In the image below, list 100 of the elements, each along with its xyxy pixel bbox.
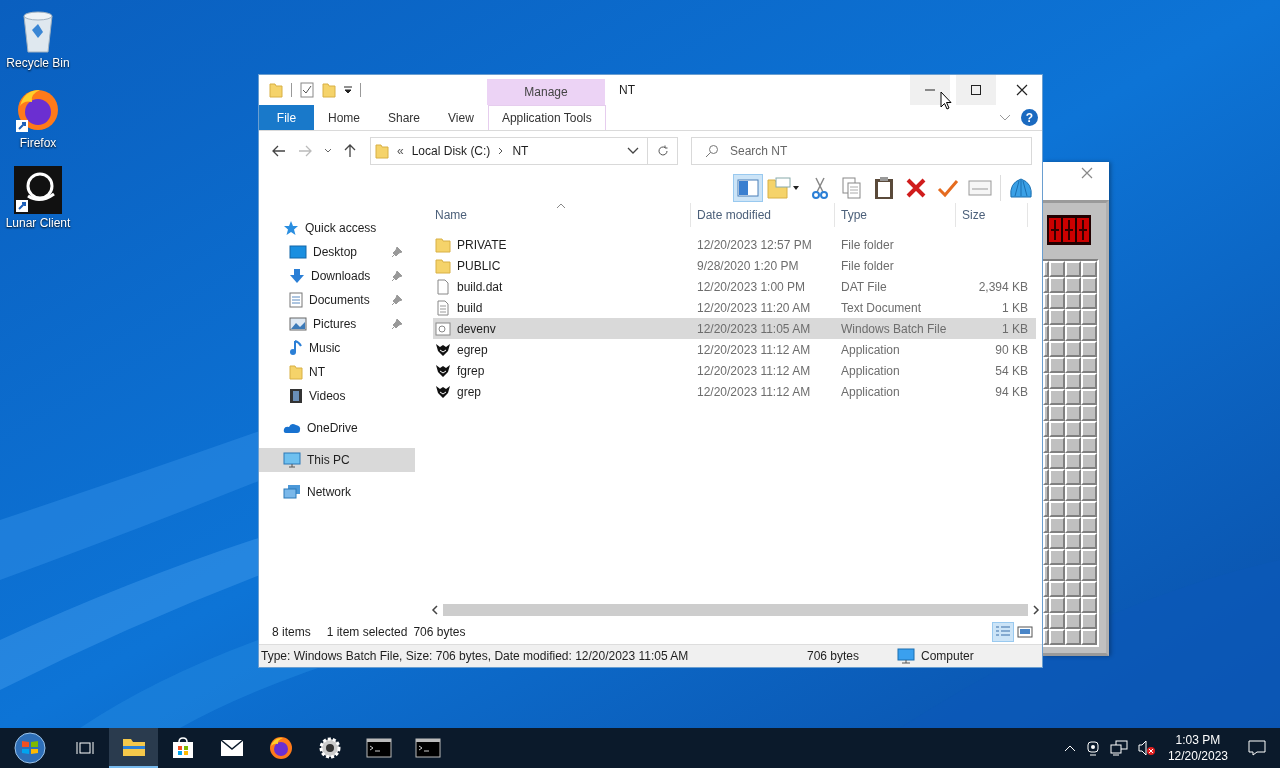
pin-icon[interactable] [391, 294, 403, 306]
search-field[interactable]: Search NT [691, 137, 1032, 165]
clock-date[interactable]: 12/20/2023 [1167, 748, 1228, 764]
desktop-icon-label[interactable]: Lunar Client [5, 216, 71, 230]
file-row[interactable]: PRIVATE 12/20/2023 12:57 PM File folder [433, 234, 1036, 255]
selection-size: 706 bytes [413, 625, 466, 639]
scroll-left-icon[interactable] [431, 605, 439, 615]
down-arrow-icon [289, 268, 305, 284]
close-icon [1016, 84, 1028, 96]
size-cell-text: 1 KB [1001, 300, 1028, 315]
file-row[interactable]: build 12/20/2023 11:20 AM Text Document 1 KB [433, 297, 1036, 318]
shell-icon [1009, 177, 1033, 199]
column-header[interactable]: Name [429, 203, 691, 227]
file-row[interactable]: build.dat 12/20/2023 1:00 PM DAT File 2,394 KB [433, 276, 1036, 297]
date-cell-text: 9/28/2020 1:20 PM [696, 258, 800, 273]
notifications-icon[interactable] [1248, 740, 1266, 756]
clipboard-icon [874, 176, 894, 200]
desktop-icon-label[interactable]: Recycle Bin [6, 56, 70, 70]
ribbon-tab[interactable]: Application Tools [487, 105, 606, 130]
date-cell-text: 12/20/2023 11:05 AM [696, 321, 812, 336]
folder-icon [121, 737, 146, 757]
network-icon[interactable] [1109, 740, 1128, 756]
desktop-icon-label[interactable]: Firefox [19, 136, 57, 150]
details-text: Type: Windows Batch File, Size: 706 bytes, Date modified: 12/20/2023 11:05 AM [261, 649, 690, 663]
search-icon [705, 144, 719, 158]
minimize-button[interactable] [910, 75, 950, 105]
mine-grid[interactable] [1043, 259, 1099, 647]
refresh-icon [656, 145, 669, 157]
nav-item[interactable]: NT [259, 360, 415, 384]
size-cell-text: 90 KB [994, 342, 1028, 357]
dropdown-icon[interactable] [627, 147, 639, 155]
nav-item[interactable]: Videos [259, 384, 415, 408]
file-name: PRIVATE [457, 237, 507, 252]
nav-item[interactable]: Pictures [259, 312, 415, 336]
column-header[interactable]: Size [956, 203, 1028, 227]
ribbon-tab[interactable]: Share [374, 105, 435, 130]
folder-icon [435, 236, 451, 253]
nav-item[interactable]: This PC [259, 448, 415, 472]
nav-item[interactable]: Downloads [259, 264, 415, 288]
date-cell-text: 12/20/2023 11:12 AM [696, 342, 812, 357]
file-tab[interactable]: File [259, 105, 314, 130]
type-cell-text: File folder [840, 258, 895, 273]
recent-locations-icon[interactable] [324, 148, 332, 154]
file-row[interactable]: grep 12/20/2023 11:12 AM Application 94 KB [433, 381, 1036, 402]
file-row[interactable]: PUBLIC 9/28/2020 1:20 PM File folder [433, 255, 1036, 276]
file-row[interactable]: fgrep 12/20/2023 11:12 AM Application 54 KB [433, 360, 1036, 381]
file-row[interactable]: devenv 12/20/2023 11:05 AM Windows Batch File 1 KB [433, 318, 1036, 339]
task-view-icon [75, 740, 94, 756]
breadcrumb-overflow[interactable]: « [397, 144, 404, 158]
nav-item[interactable]: OneDrive [259, 416, 415, 440]
maximize-button[interactable] [956, 75, 996, 105]
column-header[interactable]: Date modified [691, 203, 835, 227]
counter-drawing [1047, 215, 1091, 245]
muted-speaker-icon[interactable] [1137, 740, 1156, 756]
size-cell-text: 94 KB [994, 384, 1028, 399]
copy-icon [842, 177, 862, 199]
ribbon-tab[interactable]: Home [314, 105, 374, 130]
selection-count: 1 item selected [326, 625, 408, 639]
file-row[interactable]: egrep 12/20/2023 11:12 AM Application 90 KB [433, 339, 1036, 360]
moon-app-icon[interactable] [14, 166, 62, 214]
image-icon [289, 317, 307, 331]
expand-ribbon-icon[interactable] [999, 113, 1011, 122]
preview-pane-button[interactable] [733, 174, 763, 202]
desktop-icon [289, 245, 307, 259]
checklist-icon[interactable] [300, 82, 314, 98]
app-icon [435, 383, 451, 400]
nav-item[interactable]: Network [259, 480, 415, 504]
chevron-icon[interactable] [498, 147, 505, 155]
zone-label: Computer [921, 649, 974, 663]
taskbar-button[interactable] [109, 728, 158, 768]
pin-icon[interactable] [391, 270, 403, 282]
maximize-icon [971, 85, 981, 95]
scroll-right-icon[interactable] [1032, 605, 1040, 615]
webcam-icon[interactable] [1085, 740, 1100, 756]
address-bar[interactable]: « Local Disk (C:) NT [370, 137, 648, 165]
column-header[interactable]: Type [835, 203, 956, 227]
ribbon-tab[interactable]: View [434, 105, 488, 130]
nav-item[interactable]: Music [259, 336, 415, 360]
clock-time[interactable]: 1:03 PM [1175, 732, 1221, 748]
monitor-icon [897, 648, 915, 664]
file-name: build.dat [457, 279, 503, 294]
dropdown-icon[interactable] [344, 86, 352, 94]
nav-item[interactable]: Desktop [259, 240, 415, 264]
pin-icon[interactable] [391, 246, 403, 258]
file-name: grep [457, 384, 482, 399]
help-button[interactable]: ? [1021, 109, 1038, 126]
terminal-icon [365, 738, 392, 758]
nav-item[interactable]: Quick access [259, 216, 415, 240]
up-icon[interactable] [344, 144, 356, 158]
folder-card-icon [767, 177, 801, 199]
breadcrumb[interactable]: Local Disk (C:) [411, 144, 491, 158]
firefox-icon [268, 736, 293, 760]
pin-icon[interactable] [391, 318, 403, 330]
breadcrumb[interactable]: NT [512, 144, 529, 158]
nav-item[interactable]: Documents [259, 288, 415, 312]
back-icon[interactable] [272, 145, 286, 157]
folder-icon [375, 143, 389, 159]
chevron-up-icon[interactable] [1063, 744, 1076, 752]
scrollbar-thumb[interactable] [443, 604, 1028, 616]
close-icon[interactable] [1081, 167, 1093, 179]
